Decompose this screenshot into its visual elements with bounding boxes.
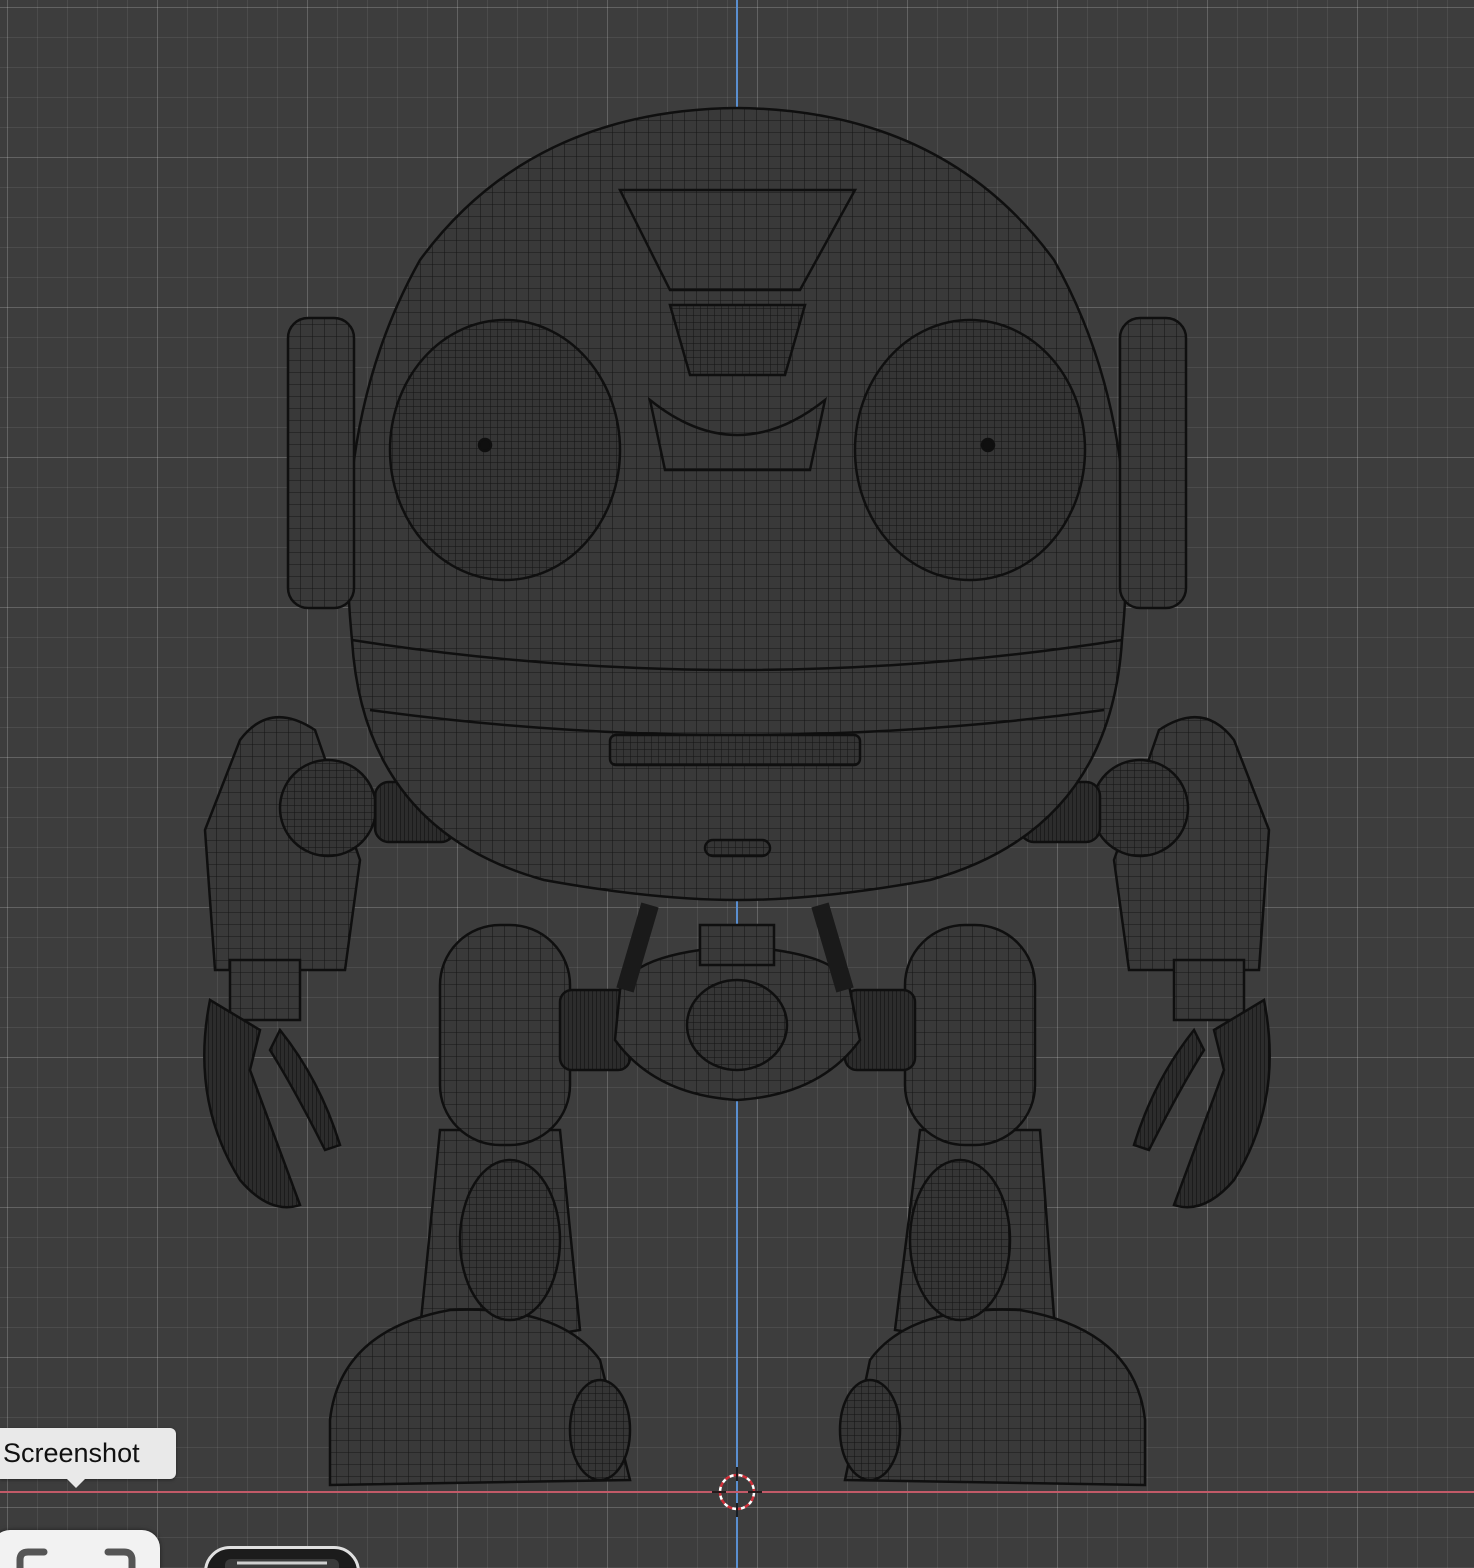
leg-right <box>838 1128 1147 1487</box>
leg-left <box>328 1128 632 1487</box>
tooltip-text: Screenshot <box>3 1438 140 1468</box>
robot-mesh-wireframe[interactable] <box>0 0 1474 1568</box>
head <box>286 106 1188 902</box>
pelvis <box>438 902 1037 1147</box>
thumbnail-button[interactable] <box>204 1546 360 1568</box>
tooltip: Screenshot <box>0 1428 176 1488</box>
screenshot-frame-icon <box>16 1548 136 1568</box>
thumbnail-icon <box>225 1559 339 1568</box>
3d-viewport[interactable]: Screenshot <box>0 0 1474 1568</box>
3d-cursor-icon[interactable] <box>712 1467 762 1517</box>
tooltip-arrow <box>66 1478 86 1488</box>
screenshot-button[interactable] <box>0 1530 160 1568</box>
